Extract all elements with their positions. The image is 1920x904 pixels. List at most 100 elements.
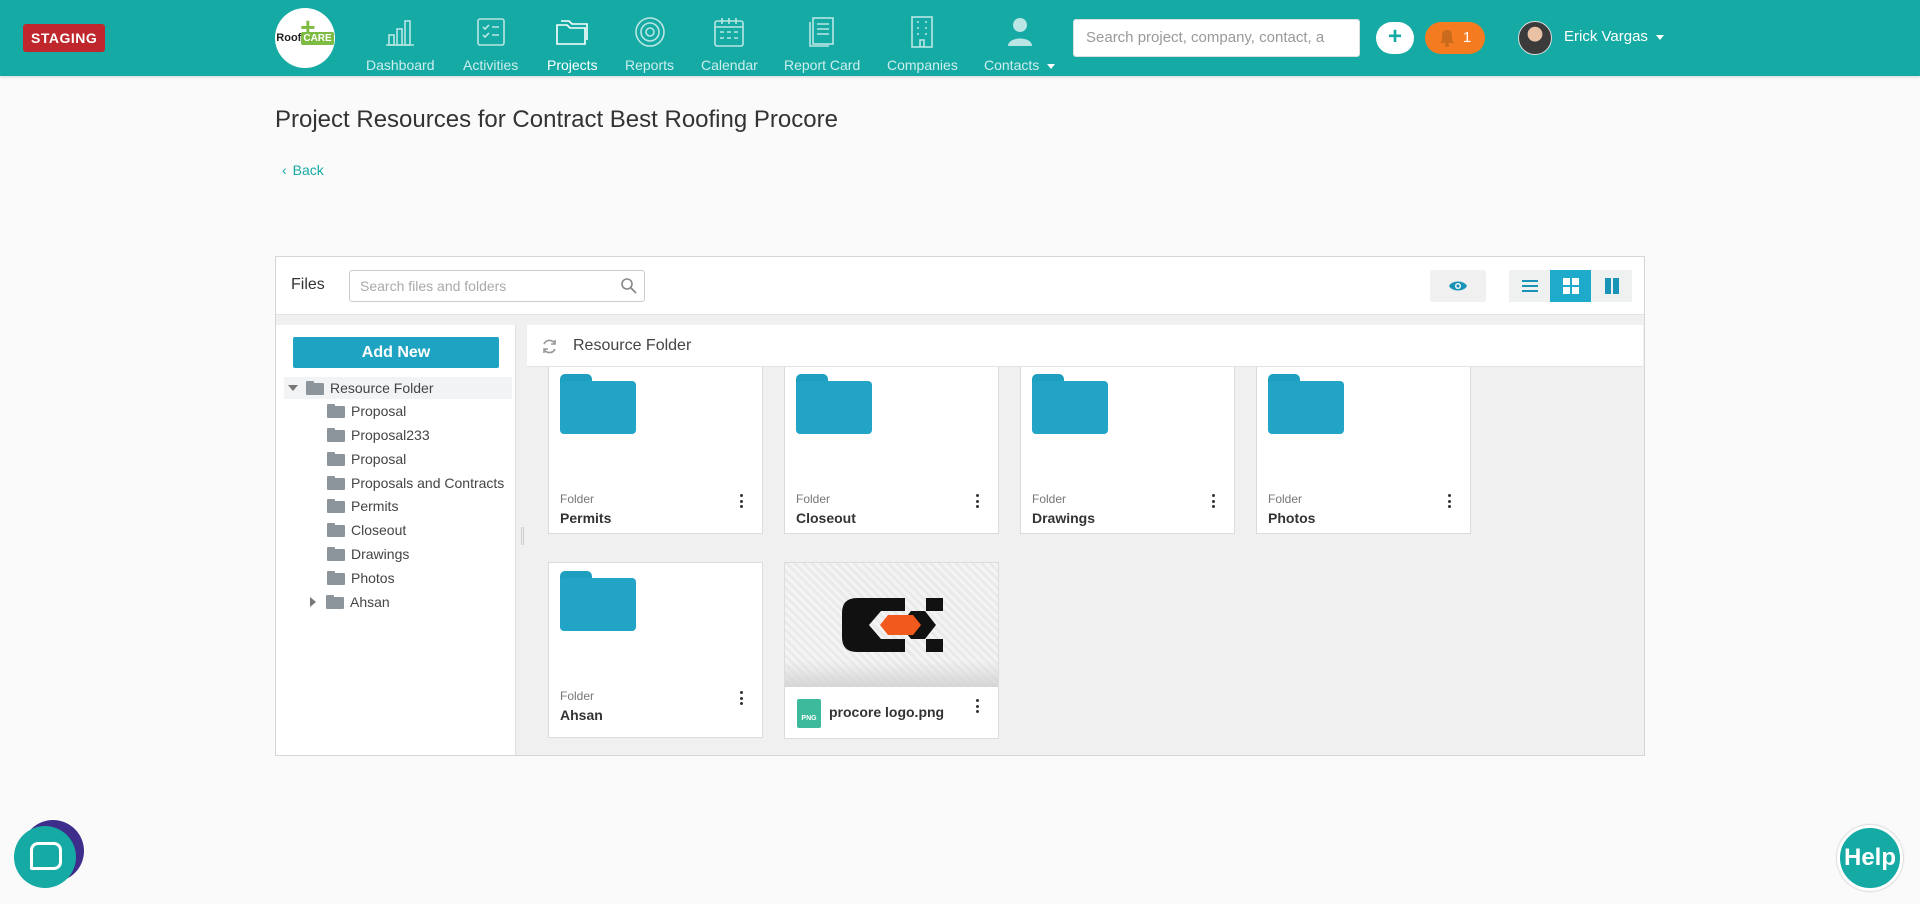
folder-icon: [1268, 374, 1344, 434]
user-avatar[interactable]: [1518, 21, 1552, 55]
columns-icon: [1604, 278, 1619, 294]
tree-item[interactable]: Permits: [327, 495, 398, 517]
kebab-menu-icon[interactable]: [1448, 494, 1452, 508]
files-toolbar: Files Search files and folders: [276, 257, 1644, 315]
folder-icon: [560, 571, 636, 631]
tree-item[interactable]: Ahsan: [310, 591, 390, 613]
files-panel: Files Search files and folders Add New R…: [275, 256, 1645, 756]
nav-label: Dashboard: [366, 57, 435, 73]
tree-item[interactable]: Proposal233: [327, 424, 430, 446]
document-icon: [804, 14, 840, 50]
folder-icon: [327, 428, 345, 442]
folder-icon: [326, 595, 344, 609]
folder-icon: [327, 476, 345, 490]
procore-logo-image: [842, 598, 943, 652]
view-mode-toggle: [1509, 270, 1632, 302]
item-name: Closeout: [796, 510, 856, 526]
folder-card[interactable]: Folder Closeout: [784, 367, 999, 534]
nav-reports[interactable]: Reports: [625, 0, 674, 76]
nav-dashboard[interactable]: Dashboard: [366, 0, 435, 76]
toggle-visibility-button[interactable]: [1430, 270, 1486, 302]
folder-card[interactable]: Folder Drawings: [1020, 367, 1235, 534]
bar-chart-icon: [382, 14, 418, 50]
item-type: Folder: [796, 492, 831, 506]
item-type: Folder: [1032, 492, 1067, 506]
nav-label: Calendar: [701, 57, 758, 73]
png-file-icon: PNG: [797, 699, 821, 728]
file-card[interactable]: PNG procore logo.png: [784, 562, 999, 739]
folder-icon: [306, 381, 324, 395]
quick-add-button[interactable]: +: [1376, 22, 1414, 54]
folder-icon: [327, 547, 345, 561]
logo-text: + Roof CARE: [276, 12, 334, 45]
checklist-icon: [473, 14, 509, 50]
tree-item[interactable]: Closeout: [327, 519, 406, 541]
calendar-icon: [711, 14, 747, 50]
item-name: Drawings: [1032, 510, 1096, 526]
list-view-button[interactable]: [1509, 270, 1550, 302]
folders-icon: [554, 14, 590, 50]
folder-card[interactable]: Folder Ahsan: [548, 562, 763, 738]
nav-report-card[interactable]: Report Card: [784, 0, 860, 76]
eye-icon: [1449, 281, 1467, 291]
expand-toggle-icon[interactable]: [288, 385, 298, 391]
folder-tree: Add New Resource Folder Proposal Proposa…: [276, 325, 516, 755]
nav-label: Activities: [463, 57, 519, 73]
tree-item[interactable]: Proposal: [327, 400, 406, 422]
roofcare-logo[interactable]: + Roof CARE: [275, 8, 335, 68]
back-link[interactable]: ‹ Back: [282, 162, 324, 178]
nav-calendar[interactable]: Calendar: [701, 0, 758, 76]
chevron-left-icon: ‹: [282, 162, 287, 178]
breadcrumb-current[interactable]: Resource Folder: [573, 337, 691, 355]
list-icon: [1521, 280, 1538, 292]
file-grid: Folder Permits Folder Closeout Folder Dr…: [527, 367, 1643, 755]
kebab-menu-icon[interactable]: [976, 699, 980, 713]
target-icon: [632, 14, 668, 50]
item-type: Folder: [560, 492, 595, 506]
tree-item[interactable]: Photos: [327, 567, 395, 589]
refresh-icon[interactable]: [541, 338, 558, 355]
add-new-button[interactable]: Add New: [293, 337, 499, 368]
chat-launcher-button[interactable]: [14, 826, 76, 888]
pane-resize-handle[interactable]: [521, 527, 524, 545]
item-type: Folder: [560, 689, 595, 703]
item-name: Ahsan: [560, 707, 603, 723]
folder-icon: [327, 404, 345, 418]
folder-card[interactable]: Folder Permits: [548, 367, 763, 534]
grid-icon: [1562, 278, 1579, 294]
kebab-menu-icon[interactable]: [1212, 494, 1216, 508]
person-icon: [1002, 14, 1038, 50]
kebab-menu-icon[interactable]: [740, 494, 744, 508]
tree-item[interactable]: Proposals and Contracts: [327, 472, 504, 494]
grid-view-button[interactable]: [1550, 270, 1591, 302]
folder-icon: [327, 452, 345, 466]
nav-label: Projects: [547, 57, 598, 73]
column-view-button[interactable]: [1591, 270, 1632, 302]
nav-label: Contacts: [984, 57, 1056, 73]
page-title: Project Resources for Contract Best Roof…: [275, 106, 838, 133]
tree-item[interactable]: Proposal: [327, 448, 406, 470]
tree-item-root[interactable]: Resource Folder: [284, 377, 512, 399]
folder-card[interactable]: Folder Photos: [1256, 367, 1471, 534]
user-menu[interactable]: Erick Vargas: [1564, 28, 1664, 45]
folder-icon: [327, 523, 345, 537]
item-name: Photos: [1268, 510, 1316, 526]
nav-label: Reports: [625, 57, 675, 73]
files-label: Files: [291, 276, 325, 293]
nav-projects[interactable]: Projects: [547, 0, 598, 76]
tree-item[interactable]: Drawings: [327, 543, 409, 565]
notifications-button[interactable]: 1: [1425, 22, 1485, 54]
nav-companies[interactable]: Companies: [887, 0, 958, 76]
nav-activities[interactable]: Activities: [463, 0, 518, 76]
help-button[interactable]: Help: [1837, 825, 1903, 891]
top-navbar: STAGING + Roof CARE Dashboard Activities …: [0, 0, 1920, 76]
folder-icon: [327, 571, 345, 585]
files-search-input[interactable]: Search files and folders: [349, 270, 645, 302]
folder-icon: [327, 499, 345, 513]
global-search-input[interactable]: Search project, company, contact, a: [1073, 19, 1360, 57]
kebab-menu-icon[interactable]: [740, 691, 744, 705]
expand-toggle-icon[interactable]: [310, 597, 316, 607]
folder-icon: [560, 374, 636, 434]
kebab-menu-icon[interactable]: [976, 494, 980, 508]
nav-contacts[interactable]: Contacts: [984, 0, 1056, 76]
